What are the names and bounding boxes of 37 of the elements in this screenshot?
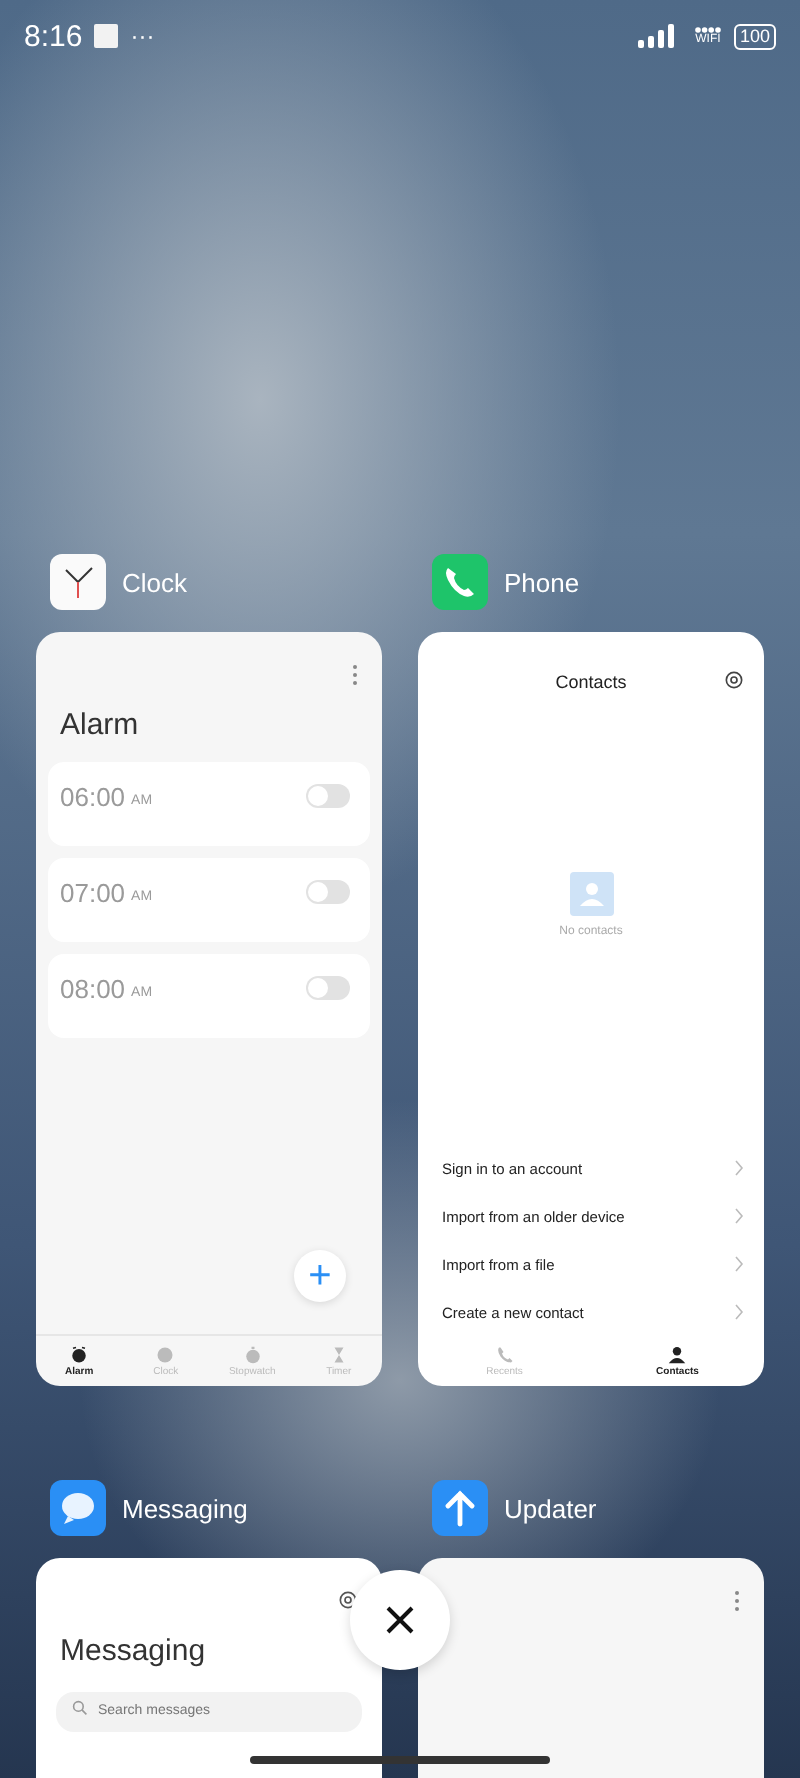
clock-app-icon[interactable] [50, 554, 106, 610]
screen-title: Alarm [58, 706, 141, 746]
stopwatch-icon [243, 1346, 262, 1364]
person-icon [668, 1346, 687, 1364]
status-time: 8:16 [24, 19, 83, 53]
chevron-right-icon [734, 1208, 744, 1224]
alarm-time: 08:00 [60, 973, 126, 1003]
clock-icon [156, 1346, 175, 1364]
app-name: Phone [504, 567, 580, 597]
phone-icon [495, 1346, 514, 1364]
alarm-time: 06:00 [60, 781, 126, 811]
alarm-toggle[interactable] [306, 784, 350, 808]
close-icon [384, 1604, 416, 1636]
hourglass-icon [329, 1346, 348, 1364]
search-icon [72, 1700, 88, 1716]
screen-title: Contacts [555, 672, 627, 692]
chevron-right-icon [734, 1304, 744, 1320]
contact-placeholder-icon [569, 872, 613, 916]
more-options-icon[interactable] [734, 1590, 740, 1612]
chevron-right-icon [734, 1160, 744, 1176]
battery-icon: 100 [733, 23, 776, 49]
phone-app-icon[interactable] [432, 554, 488, 610]
chevron-right-icon [734, 1256, 744, 1272]
alarm-toggle[interactable] [306, 880, 350, 904]
alarm-clock-icon [70, 1346, 89, 1364]
app-name: Messaging [122, 1493, 248, 1523]
alarm-toggle[interactable] [306, 976, 350, 1000]
more-options-icon[interactable] [352, 664, 358, 686]
app-name: Clock [122, 567, 188, 597]
notification-icon [94, 24, 119, 48]
screen-title: Messaging [58, 1632, 208, 1672]
updater-app-icon[interactable] [432, 1480, 488, 1536]
more-notifications-icon: ··· [130, 22, 155, 50]
app-name: Updater [504, 1493, 597, 1523]
alarm-time: 07:00 [60, 877, 126, 907]
settings-icon[interactable] [724, 670, 744, 690]
messaging-app-icon[interactable] [50, 1480, 106, 1536]
